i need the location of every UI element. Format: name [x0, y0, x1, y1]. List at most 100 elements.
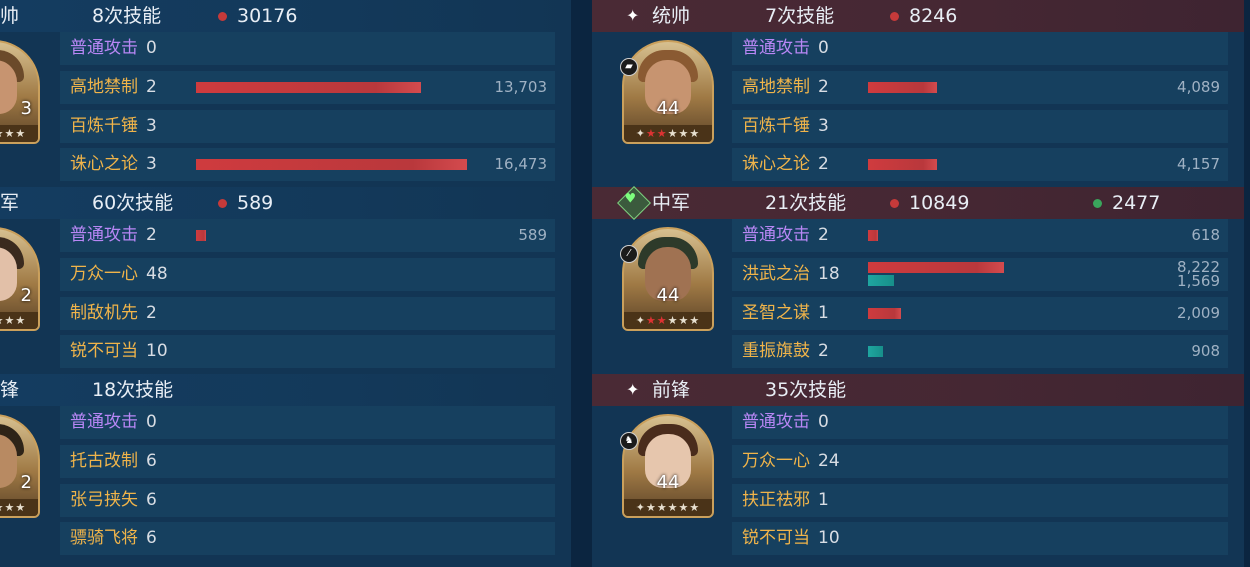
skill-count: 6	[146, 528, 157, 548]
skill-count: 24	[818, 451, 840, 471]
general-portrait[interactable]: 2 ✦★★★★★	[0, 227, 40, 331]
skill-name: 普通攻击	[70, 225, 138, 245]
skill-row: 骠骑飞将 6	[60, 522, 555, 555]
level: 2	[20, 472, 32, 493]
skill-row: 重振旗鼓 2 908	[732, 335, 1228, 368]
skill-name: 骠骑飞将	[70, 528, 138, 548]
damage-bar	[868, 82, 937, 93]
skill-count: 2	[146, 77, 157, 97]
left-section-1: 帅 8次技能 30176 3 ✦★★★★★ 普通攻击0 高地禁制213,703 …	[0, 0, 571, 187]
skill-name: 圣智之谋	[742, 303, 810, 323]
role-label: 中军	[652, 192, 691, 214]
damage-bar	[196, 159, 467, 170]
skill-name: 普通攻击	[742, 38, 810, 58]
skill-name: 诛心之论	[70, 154, 138, 174]
damage-bar	[196, 230, 206, 241]
role-label: 前锋	[652, 379, 691, 401]
skill-row: 百炼千锤 3	[732, 110, 1228, 143]
general-portrait[interactable]: 44 ✦★★★★★	[622, 40, 714, 144]
damage-dot-icon	[890, 12, 899, 21]
heal-total: 2477	[1112, 192, 1161, 214]
right-section-1: ✦ 统帅 7次技能 8246 44 ✦★★★★★ ▰ 普通攻击 0 高地禁制 2 4,…	[592, 0, 1244, 187]
skill-count: 2	[146, 303, 157, 323]
skill-count: 48	[146, 264, 168, 284]
skill-name: 高地禁制	[742, 77, 810, 97]
skill-row: 普通攻击 2 589	[60, 219, 555, 252]
skill-name: 百炼千锤	[742, 116, 810, 136]
role-label: 统帅	[652, 5, 691, 27]
level: 44	[656, 285, 680, 306]
section-header: 锋 18次技能	[0, 374, 571, 406]
damage-value: 2,009	[1177, 304, 1220, 322]
damage-bar	[868, 308, 901, 319]
skill-count: 6	[146, 451, 157, 471]
section-header: ✦ 统帅 7次技能 8246	[592, 0, 1244, 32]
star-rating: ✦★★★★★	[624, 125, 712, 142]
skill-count: 3	[146, 116, 157, 136]
left-section-2: 军 60次技能 589 2 ✦★★★★★ 普通攻击 2 589 万众一心 48 制敌机…	[0, 187, 571, 374]
sparkle-icon: ✦	[626, 380, 640, 399]
role-label: 锋	[0, 379, 20, 401]
skill-name: 托古改制	[70, 451, 138, 471]
level: 3	[20, 98, 32, 119]
skill-row: 诛心之论 3 16,473	[60, 148, 555, 181]
damage-value: 4,089	[1177, 78, 1220, 96]
section-header: 帅 8次技能 30176	[0, 0, 571, 32]
horse-icon: ♞	[620, 432, 638, 450]
general-portrait[interactable]: 44 ✦★★★★★	[622, 227, 714, 331]
skill-count: 8次技能	[92, 5, 162, 27]
damage-value: 13,703	[494, 78, 548, 96]
right-section-3: ✦ 前锋 35次技能 44 ✦★★★★★ ♞ 普通攻击 0 万众一心 24 扶正祛邪…	[592, 374, 1244, 561]
skill-count: 1	[818, 490, 829, 510]
skill-row: 托古改制 6	[60, 445, 555, 478]
skill-count: 6	[146, 490, 157, 510]
skill-name: 百炼千锤	[70, 116, 138, 136]
skill-name: 诛心之论	[742, 154, 810, 174]
left-section-3: 锋 18次技能 2 ✦★★★★★ 普通攻击 0 托古改制 6 张弓挟矢 6 骠骑飞将 6	[0, 374, 571, 561]
skill-row: 普通攻击 0	[60, 32, 555, 65]
right-section-2: ♥ 中军 21次技能 10849 2477 44 ✦★★★★★ ⁄ 普通攻击 2 6…	[592, 186, 1244, 374]
skill-count: 2	[146, 225, 157, 245]
general-portrait[interactable]: 2 ✦★★★★★	[0, 414, 40, 518]
skill-row: 万众一心 24	[732, 445, 1228, 478]
left-team-panel: 帅 8次技能 30176 3 ✦★★★★★ 普通攻击0 高地禁制213,703 …	[0, 0, 571, 567]
skill-count: 0	[146, 38, 157, 58]
skill-row: 普通攻击 2 618	[732, 219, 1228, 252]
damage-value: 16,473	[494, 155, 548, 173]
damage-dot-icon	[218, 12, 227, 21]
general-portrait[interactable]: 44 ✦★★★★★	[622, 414, 714, 518]
damage-bar	[868, 262, 1004, 273]
skill-row: 百炼千锤 3	[60, 110, 555, 143]
role-label: 帅	[0, 5, 20, 27]
skill-row: 洪武之治 18 8,222 1,569	[732, 258, 1228, 291]
damage-total: 30176	[237, 5, 298, 27]
skill-name: 洪武之治	[742, 264, 810, 284]
skill-count: 60次技能	[92, 192, 174, 214]
heal-bar	[868, 346, 883, 357]
damage-bar	[868, 230, 878, 241]
skill-row: 普通攻击 0	[732, 406, 1228, 439]
skill-name: 重振旗鼓	[742, 341, 810, 361]
right-team-panel: ✦ 统帅 7次技能 8246 44 ✦★★★★★ ▰ 普通攻击 0 高地禁制 2 4,…	[592, 0, 1244, 567]
skill-count: 10	[146, 341, 168, 361]
section-header: ♥ 中军 21次技能 10849 2477	[592, 186, 1244, 220]
damage-total: 8246	[909, 5, 958, 27]
damage-dot-icon	[890, 199, 899, 208]
skill-count: 35次技能	[765, 379, 847, 401]
star-rating: ✦★★★★★	[624, 312, 712, 329]
skill-count: 3	[818, 116, 829, 136]
general-portrait[interactable]: 3 ✦★★★★★	[0, 40, 40, 144]
skill-name: 普通攻击	[70, 38, 138, 58]
skill-row: 圣智之谋 1 2,009	[732, 297, 1228, 330]
damage-total: 10849	[909, 192, 970, 214]
skill-row: 普通攻击 0	[60, 406, 555, 439]
skill-row: 高地禁制 2 4,089	[732, 71, 1228, 104]
damage-dot-icon	[218, 199, 227, 208]
star-rating: ✦★★★★★	[624, 499, 712, 516]
skill-count: 2	[818, 341, 829, 361]
skill-name: 扶正祛邪	[742, 490, 810, 510]
skill-name: 高地禁制	[70, 77, 138, 97]
skill-count: 18	[818, 264, 840, 284]
skill-count: 0	[818, 412, 829, 432]
tank-icon: ▰	[620, 58, 638, 76]
